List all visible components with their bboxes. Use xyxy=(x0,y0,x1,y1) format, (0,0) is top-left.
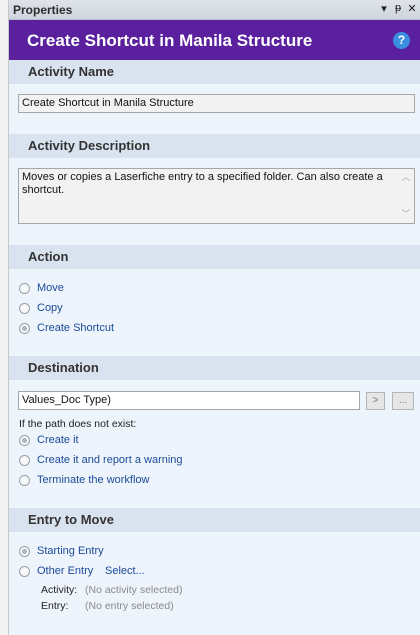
destination-path-input[interactable]: Values_Doc Type) xyxy=(18,391,360,410)
option-label: Create it and report a warning xyxy=(37,454,183,466)
activity-header: Create Shortcut in Manila Structure ? xyxy=(9,20,420,62)
activity-value: (No activity selected) xyxy=(85,584,183,596)
section-entry-to-move: Entry to Move xyxy=(9,508,420,532)
option-label: Other Entry xyxy=(37,565,94,577)
radio-button-selected[interactable] xyxy=(19,323,30,334)
option-label: Copy xyxy=(37,302,63,314)
section-heading: Entry to Move xyxy=(28,512,114,527)
browse-arrow-button[interactable]: > xyxy=(366,392,385,410)
close-icon[interactable]: ✕ xyxy=(406,2,418,15)
option-label: Starting Entry xyxy=(37,545,104,557)
radio-button[interactable] xyxy=(19,475,30,486)
entry-label: Entry: xyxy=(41,600,69,612)
section-heading: Activity Name xyxy=(28,64,114,79)
section-activity-name: Activity Name xyxy=(9,60,420,84)
dropdown-icon[interactable]: ▾ xyxy=(378,2,390,15)
description-text: Moves or copies a Laserfiche entry to a … xyxy=(22,171,383,196)
select-entry-link[interactable]: Select... xyxy=(105,565,145,577)
radio-button-selected[interactable] xyxy=(19,546,30,557)
pin-icon[interactable]: ᵽ xyxy=(392,2,404,14)
section-destination: Destination xyxy=(9,356,420,380)
scroll-up-icon[interactable]: ︿ xyxy=(400,171,412,184)
properties-titlebar: Properties ▾ ᵽ ✕ xyxy=(9,0,420,20)
section-action: Action xyxy=(9,245,420,269)
activity-label: Activity: xyxy=(41,584,78,596)
panel-title: Properties xyxy=(13,3,73,17)
activity-name-input[interactable]: Create Shortcut in Manila Structure xyxy=(18,94,415,113)
description-scrollbar[interactable]: ︿ ﹀ xyxy=(400,171,412,221)
radio-button[interactable] xyxy=(19,283,30,294)
activity-title: Create Shortcut in Manila Structure xyxy=(27,31,313,50)
section-heading: Activity Description xyxy=(28,138,151,153)
more-options-button[interactable]: ... xyxy=(392,392,414,410)
option-label: Terminate the workflow xyxy=(37,474,150,486)
help-icon[interactable]: ? xyxy=(393,32,410,49)
scroll-down-icon[interactable]: ﹀ xyxy=(400,208,412,221)
radio-button[interactable] xyxy=(19,455,30,466)
left-panel-edge xyxy=(0,0,9,635)
activity-description-textarea[interactable]: Moves or copies a Laserfiche entry to a … xyxy=(18,168,415,224)
if-not-exist-label: If the path does not exist: xyxy=(19,418,137,430)
option-label: Create it xyxy=(37,434,79,446)
entry-value: (No entry selected) xyxy=(85,600,174,612)
radio-button[interactable] xyxy=(19,303,30,314)
section-heading: Destination xyxy=(28,360,99,375)
option-label: Move xyxy=(37,282,64,294)
section-activity-description: Activity Description xyxy=(9,134,420,158)
option-label: Create Shortcut xyxy=(37,322,115,334)
radio-button-selected[interactable] xyxy=(19,435,30,446)
radio-button[interactable] xyxy=(19,566,30,577)
section-heading: Action xyxy=(28,249,69,264)
